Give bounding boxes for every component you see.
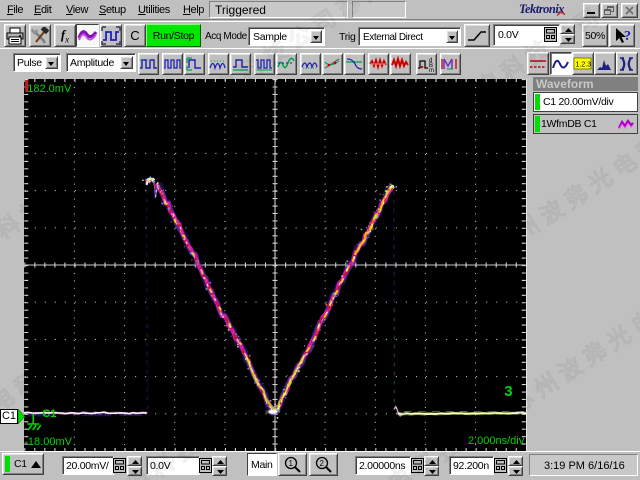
svg-text:2: 2 <box>319 459 324 468</box>
svg-text:182.0mV: 182.0mV <box>27 83 72 95</box>
svg-text:C1: C1 <box>42 408 56 420</box>
svg-text:2.000ns/div: 2.000ns/div <box>468 435 525 447</box>
svg-text:3: 3 <box>504 383 512 400</box>
svg-text:1.2.3: 1.2.3 <box>576 61 592 68</box>
svg-text:m: m <box>429 68 434 73</box>
svg-text:1: 1 <box>288 459 293 468</box>
svg-text:-18.00mV: -18.00mV <box>24 436 72 448</box>
svg-text:?: ? <box>624 29 631 44</box>
